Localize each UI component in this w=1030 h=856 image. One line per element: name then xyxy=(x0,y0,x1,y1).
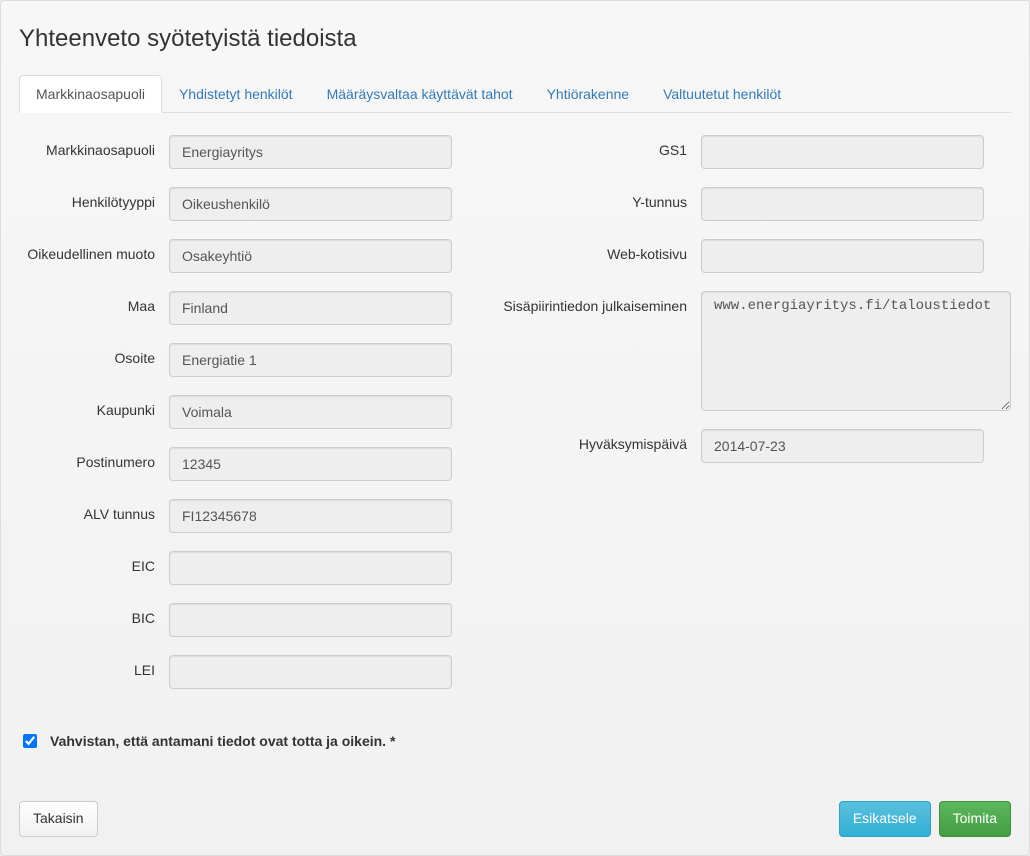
label-y-tunnus: Y-tunnus xyxy=(501,187,701,210)
row-oikeudellinen-muoto: Oikeudellinen muoto xyxy=(19,239,491,273)
input-postinumero xyxy=(169,447,452,481)
input-bic xyxy=(169,603,452,637)
row-lei: LEI xyxy=(19,655,491,689)
row-kaupunki: Kaupunki xyxy=(19,395,491,429)
label-maa: Maa xyxy=(19,291,169,314)
tab-yhtiorakenne[interactable]: Yhtiörakenne xyxy=(530,75,647,113)
row-maa: Maa xyxy=(19,291,491,325)
input-alv-tunnus xyxy=(169,499,452,533)
footer-right: Esikatsele Toimita xyxy=(839,801,1011,837)
label-gs1: GS1 xyxy=(501,135,701,158)
row-eic: EIC xyxy=(19,551,491,585)
label-oikeudellinen-muoto: Oikeudellinen muoto xyxy=(19,239,169,262)
footer: Takaisin Esikatsele Toimita xyxy=(19,801,1011,837)
page-title: Yhteenveto syötetyistä tiedoista xyxy=(19,25,1011,53)
tab-maaraysvaltaa[interactable]: Määräysvaltaa käyttävät tahot xyxy=(310,75,530,113)
input-lei xyxy=(169,655,452,689)
column-right: GS1 Y-tunnus Web-kotisivu Sisäpiirintied… xyxy=(501,135,1011,707)
row-sisapiiri: Sisäpiirintiedon julkaiseminen xyxy=(501,291,1011,411)
label-kaupunki: Kaupunki xyxy=(19,395,169,418)
row-gs1: GS1 xyxy=(501,135,1011,169)
row-osoite: Osoite xyxy=(19,343,491,377)
input-kaupunki xyxy=(169,395,452,429)
row-y-tunnus: Y-tunnus xyxy=(501,187,1011,221)
row-bic: BIC xyxy=(19,603,491,637)
label-postinumero: Postinumero xyxy=(19,447,169,470)
label-osoite: Osoite xyxy=(19,343,169,366)
row-markkinaosapuoli: Markkinaosapuoli xyxy=(19,135,491,169)
confirm-checkbox[interactable] xyxy=(23,734,37,748)
input-maa xyxy=(169,291,452,325)
label-markkinaosapuoli: Markkinaosapuoli xyxy=(19,135,169,158)
submit-button[interactable]: Toimita xyxy=(939,801,1011,837)
confirm-row: Vahvistan, että antamani tiedot ovat tot… xyxy=(19,731,1011,751)
label-web-kotisivu: Web-kotisivu xyxy=(501,239,701,262)
tabs: Markkinaosapuoli Yhdistetyt henkilöt Mää… xyxy=(19,75,1011,113)
input-osoite xyxy=(169,343,452,377)
input-eic xyxy=(169,551,452,585)
input-gs1 xyxy=(701,135,984,169)
label-bic: BIC xyxy=(19,603,169,626)
tab-valtuutetut[interactable]: Valtuutetut henkilöt xyxy=(646,75,798,113)
input-y-tunnus xyxy=(701,187,984,221)
input-markkinaosapuoli xyxy=(169,135,452,169)
input-henkilotyyppi xyxy=(169,187,452,221)
confirm-label: Vahvistan, että antamani tiedot ovat tot… xyxy=(50,733,395,749)
back-button[interactable]: Takaisin xyxy=(19,801,98,837)
row-postinumero: Postinumero xyxy=(19,447,491,481)
label-lei: LEI xyxy=(19,655,169,678)
label-sisapiiri: Sisäpiirintiedon julkaiseminen xyxy=(501,291,701,314)
row-web-kotisivu: Web-kotisivu xyxy=(501,239,1011,273)
label-alv-tunnus: ALV tunnus xyxy=(19,499,169,522)
input-hyvaksymispaiva xyxy=(701,429,984,463)
input-web-kotisivu xyxy=(701,239,984,273)
form-columns: Markkinaosapuoli Henkilötyyppi Oikeudell… xyxy=(19,135,1011,707)
tab-yhdistetyt-henkilot[interactable]: Yhdistetyt henkilöt xyxy=(162,75,310,113)
preview-button[interactable]: Esikatsele xyxy=(839,801,931,837)
label-henkilotyyppi: Henkilötyyppi xyxy=(19,187,169,210)
row-henkilotyyppi: Henkilötyyppi xyxy=(19,187,491,221)
label-hyvaksymispaiva: Hyväksymispäivä xyxy=(501,429,701,452)
row-hyvaksymispaiva: Hyväksymispäivä xyxy=(501,429,1011,463)
summary-panel: Yhteenveto syötetyistä tiedoista Markkin… xyxy=(0,0,1030,856)
input-oikeudellinen-muoto xyxy=(169,239,452,273)
row-alv-tunnus: ALV tunnus xyxy=(19,499,491,533)
textarea-sisapiiri xyxy=(701,291,1011,411)
column-left: Markkinaosapuoli Henkilötyyppi Oikeudell… xyxy=(19,135,491,707)
tab-markkinaosapuoli[interactable]: Markkinaosapuoli xyxy=(19,75,162,113)
label-eic: EIC xyxy=(19,551,169,574)
